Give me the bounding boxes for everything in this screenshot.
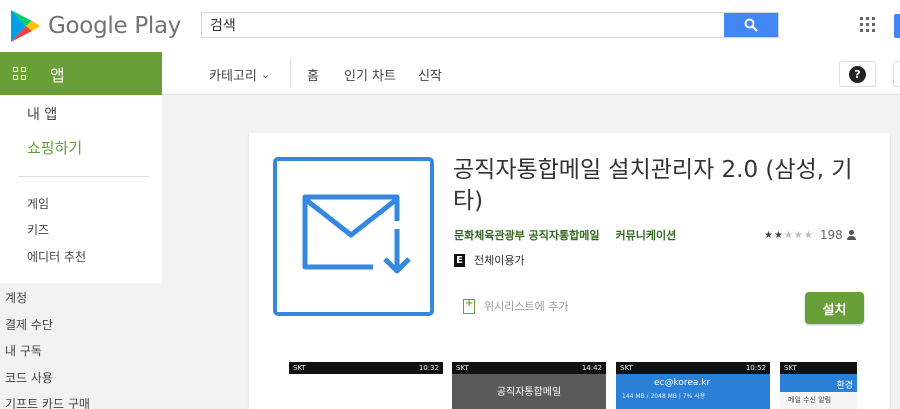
sidebar-item-redeem[interactable]: 코드 사용 [5, 369, 53, 386]
nav-row: 앱 카테고리 ⌄ 홈 인기 차트 신작 ? [0, 52, 900, 95]
wishlist-button[interactable]: 위시리스트에 추가 [463, 298, 568, 314]
sidebar-item-editors-choice[interactable]: 에디터 추천 [27, 248, 86, 265]
rating: ★★★★★ 198 [764, 228, 856, 242]
screenshot-caption: ec@korea.kr [654, 378, 711, 388]
rating-count: 198 [819, 228, 843, 242]
app-icon [273, 157, 434, 316]
screenshot-subtext: 메일 수신 알림 [788, 396, 832, 404]
nav-home[interactable]: 홈 [307, 65, 319, 84]
person-icon [846, 230, 856, 240]
chevron-down-icon: ⌄ [260, 68, 271, 81]
nav-divider [290, 59, 291, 88]
search-input[interactable] [202, 13, 724, 37]
sidebar-item-payment-methods[interactable]: 결제 수단 [5, 316, 53, 333]
developer-links: 문화체육관광부 공직자통합메일 커뮤니케이션 [454, 227, 676, 243]
status-bar: SKT 10:52 [616, 362, 770, 374]
status-bar: SKT 14:42 [452, 362, 606, 374]
status-bar: SKT 10:32 [289, 362, 443, 374]
esrb-e-icon: E [454, 253, 465, 267]
nav-new-releases[interactable]: 신작 [418, 65, 442, 84]
settings-button[interactable] [893, 61, 900, 87]
sidebar-item-kids[interactable]: 키즈 [27, 221, 49, 238]
tab-apps[interactable]: 앱 [0, 52, 162, 95]
screenshot-caption: 공직자통합메일 [496, 387, 562, 398]
categories-label: 카테고리 [209, 69, 257, 84]
sidebar-item-games[interactable]: 게임 [27, 195, 49, 212]
logo-text: Google Play [48, 13, 182, 39]
bookmark-add-icon [463, 298, 475, 314]
google-play-logo[interactable]: Google Play [10, 8, 181, 44]
search-icon [744, 18, 758, 32]
app-details-card: 공직자통합메일 설치관리자 2.0 (삼성, 기타) 문화체육관광부 공직자통합… [249, 133, 890, 409]
apps-grid-icon[interactable] [860, 17, 875, 32]
sidebar-item-my-apps[interactable]: 내 앱 [27, 104, 57, 124]
screenshot-4[interactable]: SKT 환경 메일 수신 알림 [780, 362, 857, 409]
apps-icon [13, 66, 27, 81]
help-icon: ? [849, 65, 866, 83]
mail-download-icon [302, 194, 411, 274]
screenshot-subtext: 144 MB / 2048 MB | 7% 사용 [622, 393, 706, 400]
tab-apps-label: 앱 [50, 65, 65, 85]
search-box [201, 12, 779, 38]
screenshot-1[interactable]: SKT 10:32 [289, 362, 443, 409]
sidebar-divider [18, 176, 149, 177]
content-rating-label: 전체이용가 [474, 254, 525, 267]
developer-link[interactable]: 문화체육관광부 공직자통합메일 [454, 227, 600, 243]
sign-in-button[interactable] [894, 14, 900, 38]
screenshot-caption: 환경 [780, 374, 857, 392]
rating-stars: ★★★★★ [764, 229, 814, 241]
screenshot-3[interactable]: SKT 10:52 ec@korea.kr 144 MB / 2048 MB | … [616, 362, 770, 409]
wishlist-label: 위시리스트에 추가 [484, 300, 569, 313]
screenshot-2[interactable]: SKT 14:42 공직자통합메일 [452, 362, 606, 409]
sidebar: 내 앱 쇼핑하기 게임 키즈 에디터 추천 계정 결제 수단 내 구독 코드 사… [0, 95, 162, 409]
sidebar-item-gift-card[interactable]: 기프트 카드 구매 [5, 395, 90, 409]
categories-dropdown[interactable]: 카테고리 ⌄ [209, 65, 270, 84]
sidebar-item-account[interactable]: 계정 [5, 289, 27, 306]
category-link[interactable]: 커뮤니케이션 [616, 227, 677, 243]
status-bar: SKT [780, 362, 857, 374]
install-button[interactable]: 설치 [805, 292, 864, 324]
top-bar: Google Play [0, 0, 900, 52]
nav-top-charts[interactable]: 인기 차트 [344, 65, 396, 84]
sidebar-item-subscriptions[interactable]: 내 구독 [5, 342, 42, 359]
help-button[interactable]: ? [839, 61, 876, 87]
sidebar-item-shop[interactable]: 쇼핑하기 [27, 137, 82, 158]
content-rating: E 전체이용가 [454, 252, 525, 268]
play-triangle-icon [11, 10, 39, 42]
sidebar-top: 내 앱 쇼핑하기 게임 키즈 에디터 추천 [0, 95, 162, 283]
app-title: 공직자통합메일 설치관리자 2.0 (삼성, 기타) [453, 157, 853, 214]
search-button[interactable] [724, 13, 778, 37]
